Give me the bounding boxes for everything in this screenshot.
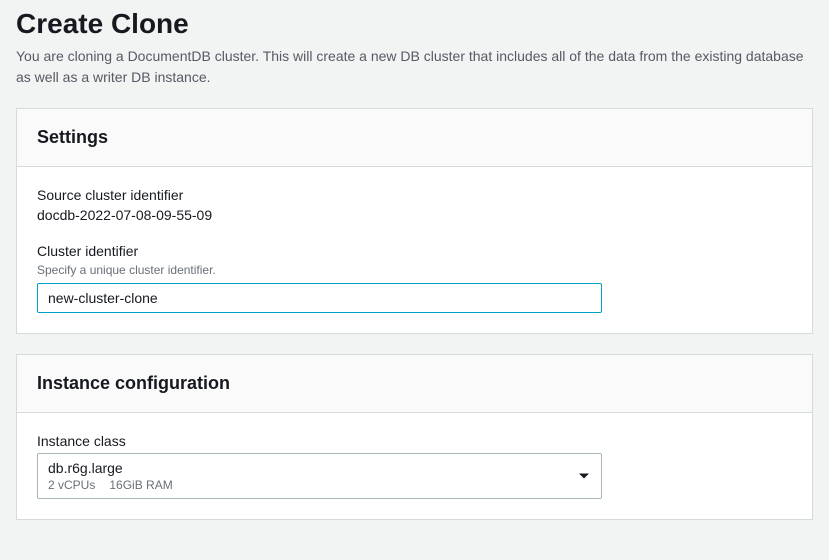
cluster-identifier-field: Cluster identifier Specify a unique clus… xyxy=(37,243,792,313)
cluster-identifier-hint: Specify a unique cluster identifier. xyxy=(37,263,792,277)
instance-class-details: 2 vCPUs 16GiB RAM xyxy=(48,478,565,492)
settings-body: Source cluster identifier docdb-2022-07-… xyxy=(17,167,812,333)
page-description: You are cloning a DocumentDB cluster. Th… xyxy=(16,46,813,88)
instance-class-value: db.r6g.large xyxy=(48,460,565,476)
instance-class-select-wrapper: db.r6g.large 2 vCPUs 16GiB RAM xyxy=(37,453,602,499)
settings-heading: Settings xyxy=(17,109,812,167)
source-cluster-field: Source cluster identifier docdb-2022-07-… xyxy=(37,187,792,223)
cluster-identifier-label: Cluster identifier xyxy=(37,243,792,259)
cluster-identifier-input[interactable] xyxy=(37,283,602,313)
instance-class-label: Instance class xyxy=(37,433,792,449)
instance-class-select[interactable]: db.r6g.large 2 vCPUs 16GiB RAM xyxy=(37,453,602,499)
instance-config-body: Instance class db.r6g.large 2 vCPUs 16Gi… xyxy=(17,413,812,519)
instance-class-field: Instance class db.r6g.large 2 vCPUs 16Gi… xyxy=(37,433,792,499)
instance-config-panel: Instance configuration Instance class db… xyxy=(16,354,813,520)
settings-panel: Settings Source cluster identifier docdb… xyxy=(16,108,813,334)
instance-class-vcpus: 2 vCPUs xyxy=(48,478,95,492)
page-title: Create Clone xyxy=(16,8,813,40)
instance-class-ram: 16GiB RAM xyxy=(109,478,172,492)
source-cluster-value: docdb-2022-07-08-09-55-09 xyxy=(37,207,792,223)
instance-config-heading: Instance configuration xyxy=(17,355,812,413)
source-cluster-label: Source cluster identifier xyxy=(37,187,792,203)
